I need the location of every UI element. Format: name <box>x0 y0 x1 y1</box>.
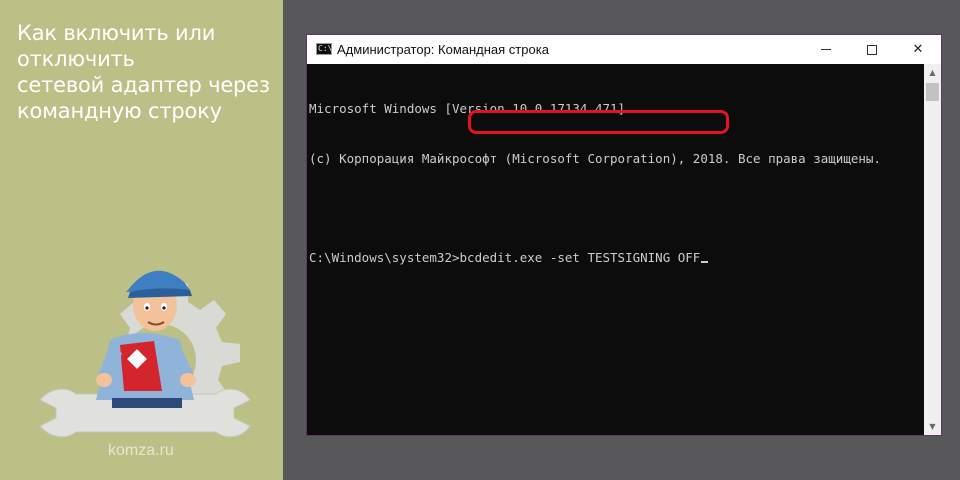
minimize-button[interactable] <box>803 35 849 64</box>
title-bar[interactable]: C:\. Администратор: Командная строка ✕ <box>307 35 941 64</box>
mechanic-mascot-illustration <box>39 270 251 438</box>
article-panel: Как включить или отключить сетевой адапт… <box>0 0 283 480</box>
cmd-app-icon-label: C:\. <box>318 44 338 53</box>
minimize-icon <box>821 49 831 50</box>
command-prompt: C:\Windows\system32> <box>309 249 460 265</box>
scroll-up-icon: ▲ <box>929 68 936 77</box>
command-highlight-annotation <box>468 110 729 134</box>
scroll-down-icon: ▼ <box>929 422 936 431</box>
article-title: Как включить или отключить сетевой адапт… <box>17 21 270 123</box>
maximize-button[interactable] <box>849 35 895 64</box>
maximize-icon <box>867 44 877 55</box>
cmd-app-icon[interactable]: C:\. <box>316 43 337 55</box>
site-name: komza.ru <box>108 442 174 459</box>
text-cursor <box>701 260 709 263</box>
console-line-copyright: (c) Корпорация Майкрософт (Microsoft Cor… <box>309 150 881 166</box>
console-line-command[interactable]: C:\Windows\system32>bcdedit.exe -set TES… <box>309 250 924 267</box>
vertical-scrollbar[interactable]: ▲ ▼ <box>924 64 941 435</box>
scroll-thumb[interactable] <box>926 83 939 101</box>
command-input[interactable]: bcdedit.exe -set TESTSIGNING OFF <box>460 250 701 265</box>
close-button[interactable]: ✕ <box>895 35 941 64</box>
cmd-window[interactable]: C:\. Администратор: Командная строка ✕ M… <box>306 34 942 436</box>
window-title: Администратор: Командная строка <box>337 42 549 57</box>
close-icon: ✕ <box>912 42 924 57</box>
scroll-up-button[interactable]: ▲ <box>924 64 941 81</box>
scroll-down-button[interactable]: ▼ <box>924 418 941 435</box>
